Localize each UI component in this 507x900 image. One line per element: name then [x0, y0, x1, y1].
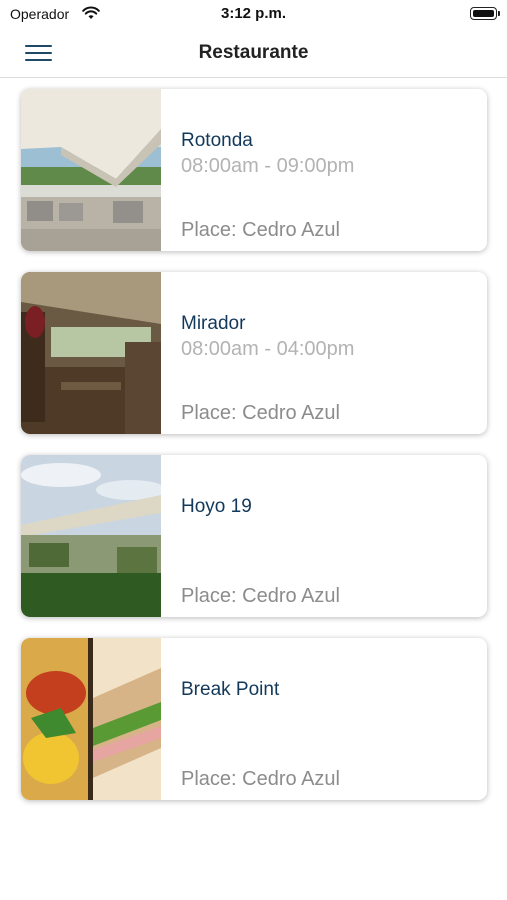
- restaurant-hours: 08:00am - 09:00pm: [181, 155, 355, 177]
- status-time: 3:12 p.m.: [220, 5, 287, 22]
- battery-icon: [470, 7, 500, 20]
- restaurant-card-rotonda[interactable]: Rotonda 08:00am - 09:00pm Place: Cedro A…: [21, 89, 487, 251]
- restaurant-name: Rotonda: [181, 130, 253, 151]
- restaurant-place: Place: Cedro Azul: [181, 768, 340, 790]
- restaurant-photo: [21, 638, 161, 800]
- restaurant-photo: [21, 272, 161, 434]
- page-title: Restaurante: [198, 42, 309, 63]
- restaurant-place: Place: Cedro Azul: [181, 585, 340, 607]
- restaurant-list: Rotonda 08:00am - 09:00pm Place: Cedro A…: [21, 89, 487, 821]
- restaurant-photo: [21, 89, 161, 251]
- restaurant-name: Hoyo 19: [181, 496, 252, 517]
- restaurant-place: Place: Cedro Azul: [181, 219, 340, 241]
- restaurant-photo: [21, 455, 161, 617]
- restaurant-hours: 08:00am - 04:00pm: [181, 338, 355, 360]
- status-bar: Operador 3:12 p.m.: [0, 0, 507, 30]
- nav-bar: Restaurante: [0, 30, 507, 78]
- restaurant-card-mirador[interactable]: Mirador 08:00am - 04:00pm Place: Cedro A…: [21, 272, 487, 434]
- restaurant-card-break-point[interactable]: Break Point Place: Cedro Azul: [21, 638, 487, 800]
- restaurant-card-hoyo-19[interactable]: Hoyo 19 Place: Cedro Azul: [21, 455, 487, 617]
- restaurant-name: Mirador: [181, 313, 246, 334]
- restaurant-place: Place: Cedro Azul: [181, 402, 340, 424]
- restaurant-name: Break Point: [181, 679, 280, 700]
